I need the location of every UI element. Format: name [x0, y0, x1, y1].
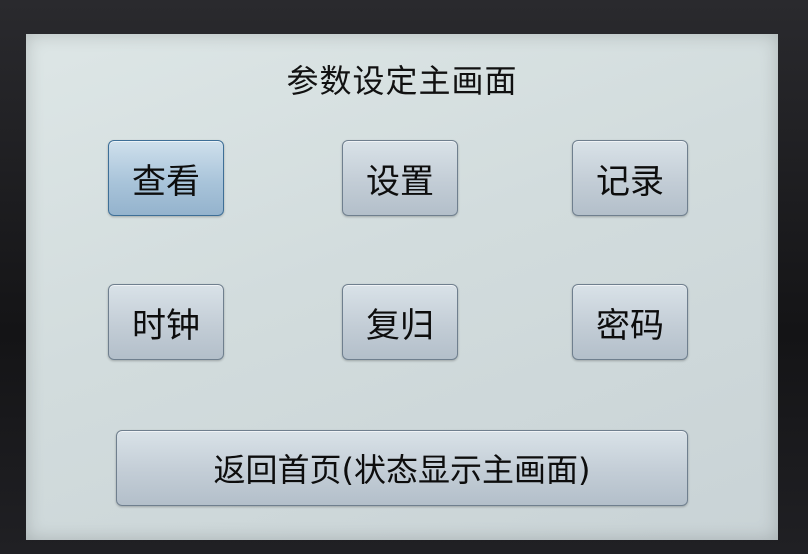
device-bezel: 参数设定主画面 查看 设置 记录 时钟 复归 密码 返回首页(状态显示主画面) [0, 0, 808, 554]
lcd-screen: 参数设定主画面 查看 设置 记录 时钟 复归 密码 返回首页(状态显示主画面) [26, 34, 778, 540]
return-home-button[interactable]: 返回首页(状态显示主画面) [116, 430, 688, 506]
clock-button[interactable]: 时钟 [108, 284, 224, 360]
password-button[interactable]: 密码 [572, 284, 688, 360]
records-button[interactable]: 记录 [572, 140, 688, 216]
settings-button[interactable]: 设置 [342, 140, 458, 216]
page-title: 参数设定主画面 [286, 62, 518, 100]
reset-button[interactable]: 复归 [342, 284, 458, 360]
view-button[interactable]: 查看 [108, 140, 224, 216]
